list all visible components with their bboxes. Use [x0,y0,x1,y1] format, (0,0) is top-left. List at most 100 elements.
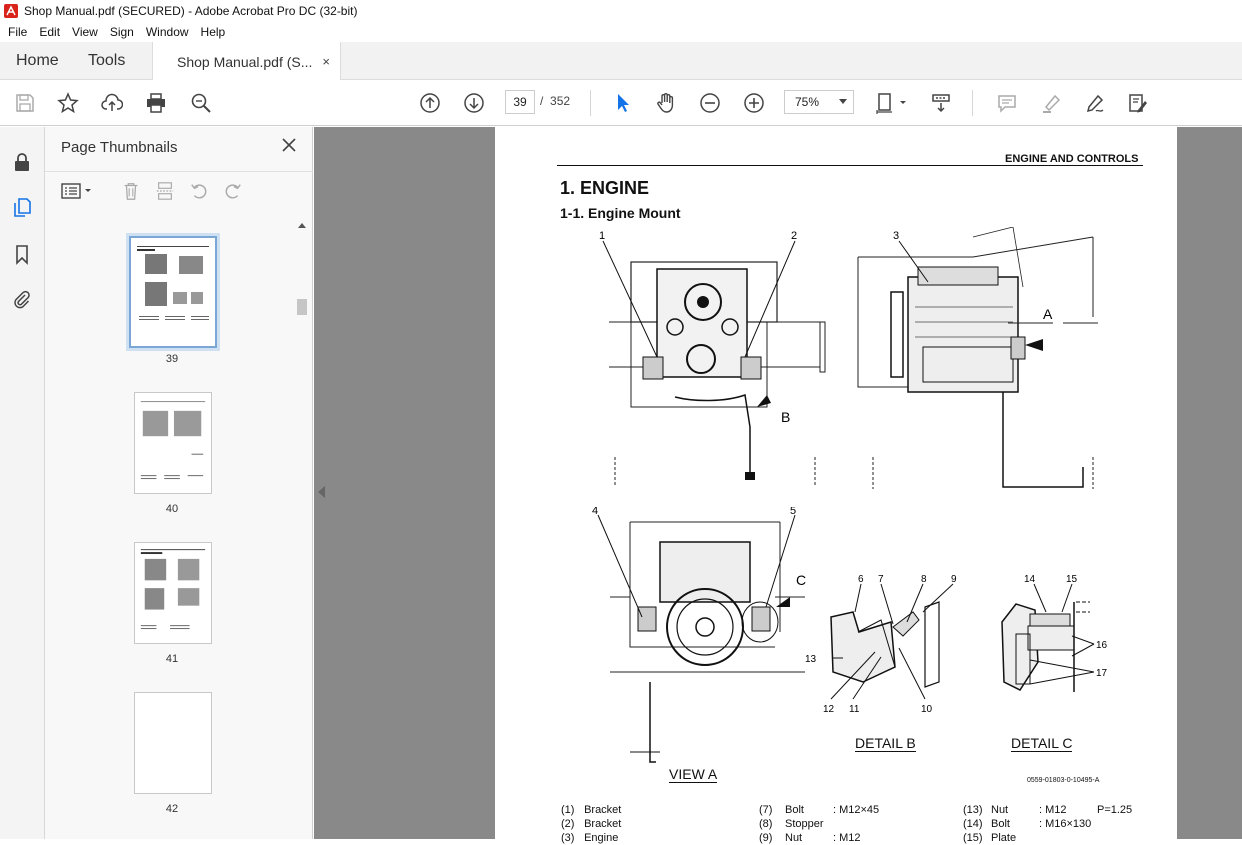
hand-icon [657,93,674,113]
find-button[interactable] [188,90,214,116]
page-number-input[interactable]: 39 [505,90,535,114]
thumbnail-page-39[interactable] [126,233,220,351]
tab-document-label: Shop Manual.pdf (S... [177,53,313,70]
legend-item-1: (1) Bracket [561,803,621,817]
page-count: / 352 [540,94,570,108]
scrollbar-thumb[interactable] [297,299,307,315]
menu-help[interactable]: Help [195,25,232,39]
close-icon[interactable] [279,135,299,155]
thumbnail-label-42: 42 [165,803,179,815]
legend-name: Nut [991,804,1009,816]
zoom-level-select[interactable]: 75% [784,90,854,114]
legend-item-2: (2) Bracket [561,817,621,831]
menu-view[interactable]: View [66,25,104,39]
hand-tool-button[interactable] [653,90,679,116]
highlight-button[interactable] [1038,90,1064,116]
window-title: Shop Manual.pdf (SECURED) - Adobe Acroba… [24,4,358,18]
heading-1: 1. ENGINE [560,178,650,198]
bookmark-star-button[interactable] [55,90,81,116]
tab-tools[interactable]: Tools [88,42,125,80]
thumbnail-preview [137,246,209,320]
callout-2: 2 [791,230,797,242]
menu-file[interactable]: File [2,25,33,39]
print-button[interactable] [143,90,169,116]
star-icon [57,92,79,114]
save-button[interactable] [12,90,38,116]
edit-pdf-button[interactable] [1125,90,1151,116]
legend-num: (1) [561,804,575,816]
menu-sign[interactable]: Sign [104,25,140,39]
comment-button[interactable] [994,90,1020,116]
legend-num: (14) [963,818,983,830]
plus-circle-icon [744,93,764,113]
page-total: 352 [550,94,571,108]
main-toolbar: 39 / 352 75% [0,80,1242,126]
thumbnail-page-42[interactable] [134,692,212,794]
legend-name: Nut [785,832,803,844]
detail-c-caption: DETAIL C [1011,735,1073,752]
zoom-out-button[interactable] [697,90,723,116]
thumbnail-page-40[interactable] [134,392,212,494]
title-bar: Shop Manual.pdf (SECURED) - Adobe Acroba… [0,0,1242,22]
tab-home[interactable]: Home [16,42,59,80]
legend-num: (2) [561,818,575,830]
bookmarks-rail-button[interactable] [9,241,35,267]
pen-sign-icon [1086,94,1104,113]
options-menu-icon [61,183,91,199]
legend-num: (8) [759,818,773,830]
tab-document[interactable]: Shop Manual.pdf (S... × [152,42,342,81]
tab-close-icon[interactable]: × [322,54,330,69]
engine-front-view-figure: 1 2 B [599,230,826,487]
sign-button[interactable] [1082,90,1108,116]
scrolling-mode-button[interactable] [928,90,954,116]
zoom-in-button[interactable] [741,90,767,116]
callout-16: 16 [1096,640,1108,651]
rotate-right-button[interactable] [221,180,245,202]
security-rail-button[interactable] [9,149,35,175]
callout-8: 8 [921,574,927,585]
page-thumbnails-panel: Page Thumbnails 39 40 41 42 [45,127,313,839]
callout-17: 17 [1096,668,1108,679]
chevron-down-icon [839,99,847,104]
acrobat-app-icon [4,4,18,18]
collapse-panel-icon[interactable] [318,486,325,498]
heading-2: 1-1. Engine Mount [560,205,681,221]
rotate-left-button[interactable] [187,180,211,202]
callout-14: 14 [1024,574,1036,585]
page-thumbnails-rail-button[interactable] [9,194,35,220]
callout-5: 5 [790,507,796,517]
page-fit-icon [876,93,906,114]
panel-scrollbar[interactable] [295,219,309,839]
callout-13: 13 [805,654,817,665]
page-display-button[interactable] [872,90,910,116]
callout-7: 7 [878,574,884,585]
legend-name: Plate [991,832,1017,844]
select-tool-button[interactable] [610,90,636,116]
attachments-rail-button[interactable] [9,286,35,312]
comment-icon [998,95,1016,113]
detail-c-figure: 14 15 16 17 [1001,574,1108,692]
menu-window[interactable]: Window [140,25,195,39]
zoom-level-value: 75% [795,95,820,109]
legend-name: Engine [584,832,619,844]
next-page-button[interactable] [461,90,487,116]
callout-1: 1 [599,230,605,242]
menu-edit[interactable]: Edit [33,25,66,39]
upload-button[interactable] [99,90,125,116]
insert-pages-button[interactable] [153,180,177,202]
thumbnail-label-41: 41 [165,653,179,665]
edit-document-icon [1129,94,1147,113]
delete-pages-button[interactable] [119,180,143,202]
legend-extra: P=1.25 [1097,804,1133,816]
scroll-up-icon[interactable] [295,220,309,230]
engine-side-view-figure: 3 A [857,227,1098,489]
callout-6: 6 [858,574,864,585]
thumbnail-toolbar [45,171,313,209]
legend-num: (15) [963,832,983,844]
previous-page-button[interactable] [417,90,443,116]
thumbnail-options-button[interactable] [59,180,95,202]
callout-15: 15 [1066,574,1078,585]
legend-name: Bolt [785,804,804,816]
thumbnail-page-41[interactable] [134,542,212,644]
scroll-page-icon [932,94,950,113]
